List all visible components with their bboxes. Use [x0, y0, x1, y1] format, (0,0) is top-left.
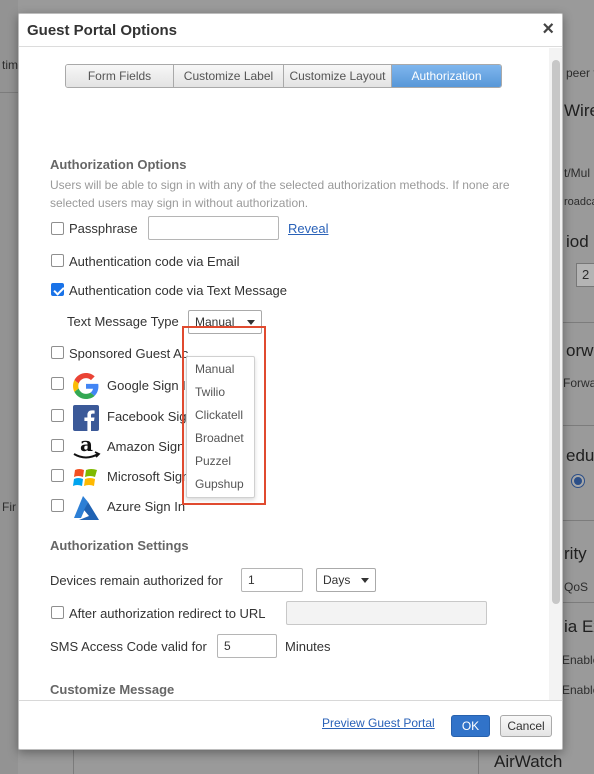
devices-authorized-label: Devices remain authorized for — [50, 573, 223, 588]
facebook-icon — [73, 405, 99, 431]
azure-label: Azure Sign In — [107, 499, 186, 514]
amazon-checkbox[interactable] — [51, 439, 64, 452]
facebook-label: Facebook Sign — [107, 409, 194, 424]
redirect-url-input[interactable] — [286, 601, 487, 625]
authorization-options-heading: Authorization Options — [50, 157, 187, 172]
bg-text: t/Mul — [564, 166, 591, 180]
cancel-button[interactable]: Cancel — [500, 715, 552, 737]
dialog-footer: Preview Guest Portal OK Cancel — [19, 700, 562, 749]
bg-heading: orw — [566, 341, 594, 360]
authorization-settings-heading: Authorization Settings — [50, 538, 189, 553]
azure-checkbox[interactable] — [51, 499, 64, 512]
email-code-checkbox[interactable] — [51, 254, 64, 267]
text-message-type-label: Text Message Type — [67, 314, 179, 329]
amazon-icon: a — [73, 433, 101, 459]
microsoft-icon — [73, 469, 97, 486]
amazon-label: Amazon Sign — [107, 439, 185, 454]
tab-form-fields[interactable]: Form Fields — [66, 65, 174, 87]
email-code-label: Authentication code via Email — [69, 254, 240, 269]
bg-heading: rity — [564, 544, 587, 563]
google-icon — [73, 373, 99, 399]
facebook-checkbox[interactable] — [51, 409, 64, 422]
dialog-scrollbar[interactable] — [549, 48, 562, 700]
bg-text: Forwa — [563, 376, 594, 390]
bg-text: peer to — [566, 66, 594, 80]
authorization-description: Users will be able to sign in with any o… — [50, 178, 510, 210]
sms-code-unit-label: Minutes — [285, 639, 331, 654]
passphrase-checkbox[interactable] — [51, 222, 64, 235]
bg-divider — [563, 602, 594, 603]
bg-heading: ia Ex — [564, 617, 594, 636]
bg-divider — [563, 425, 594, 426]
bg-heading: AirWatch — [494, 752, 563, 771]
bg-heading: Wire — [564, 101, 594, 120]
dialog-header: Guest Portal Options × — [19, 14, 562, 47]
scrollbar-thumb[interactable] — [552, 60, 560, 604]
svg-text:a: a — [80, 433, 93, 456]
google-label: Google Sign In — [107, 378, 194, 393]
chevron-down-icon — [247, 320, 255, 325]
chevron-down-icon — [361, 578, 369, 583]
tab-customize-label[interactable]: Customize Label — [174, 65, 284, 87]
microsoft-checkbox[interactable] — [51, 469, 64, 482]
bg-text: Fir — [2, 500, 16, 514]
text-code-checkbox[interactable] — [51, 283, 64, 296]
reveal-link[interactable]: Reveal — [288, 221, 328, 236]
text-code-label: Authentication code via Text Message — [69, 283, 288, 298]
bg-text: QoS — [564, 580, 589, 594]
tab-bar: Form Fields Customize Label Customize La… — [65, 64, 502, 88]
google-checkbox[interactable] — [51, 377, 64, 390]
devices-authorized-input[interactable]: 1 — [241, 568, 303, 592]
devices-unit-value: Days — [323, 573, 351, 587]
close-icon[interactable]: × — [542, 19, 554, 39]
highlight-annotation-box — [182, 326, 266, 505]
bg-text: roadca — [564, 196, 594, 208]
sponsored-guest-label: Sponsored Guest Ac — [69, 346, 189, 361]
dialog-title: Guest Portal Options — [27, 22, 178, 39]
bg-radio — [572, 475, 584, 487]
redirect-url-label: After authorization redirect to URL — [69, 606, 266, 621]
preview-guest-portal-link[interactable]: Preview Guest Portal — [322, 716, 435, 730]
tab-customize-layout[interactable]: Customize Layout — [284, 65, 392, 87]
bg-heading: edul — [566, 446, 594, 465]
customize-message-heading: Customize Message — [50, 682, 175, 697]
bg-divider — [0, 92, 18, 93]
bg-divider — [563, 322, 594, 323]
bg-text: Enable — [562, 683, 594, 697]
devices-unit-select[interactable]: Days — [316, 568, 376, 592]
sponsored-guest-checkbox[interactable] — [51, 346, 64, 359]
azure-icon — [74, 496, 99, 520]
sms-code-valid-label: SMS Access Code valid for — [50, 639, 207, 654]
bg-select: 2 — [576, 263, 594, 287]
passphrase-input[interactable] — [148, 216, 279, 240]
bg-heading: iod — [566, 232, 589, 251]
ok-button[interactable]: OK — [451, 715, 490, 737]
bg-text: Enable — [562, 653, 594, 667]
bg-divider — [563, 520, 594, 521]
background-left-strip — [0, 0, 18, 774]
redirect-url-checkbox[interactable] — [51, 606, 64, 619]
sms-code-valid-input[interactable]: 5 — [217, 634, 277, 658]
guest-portal-options-dialog: Guest Portal Options × Form Fields Custo… — [18, 13, 563, 750]
dialog-body: Form Fields Customize Label Customize La… — [19, 48, 549, 700]
tab-authorization[interactable]: Authorization — [392, 65, 501, 87]
passphrase-label: Passphrase — [69, 221, 138, 236]
